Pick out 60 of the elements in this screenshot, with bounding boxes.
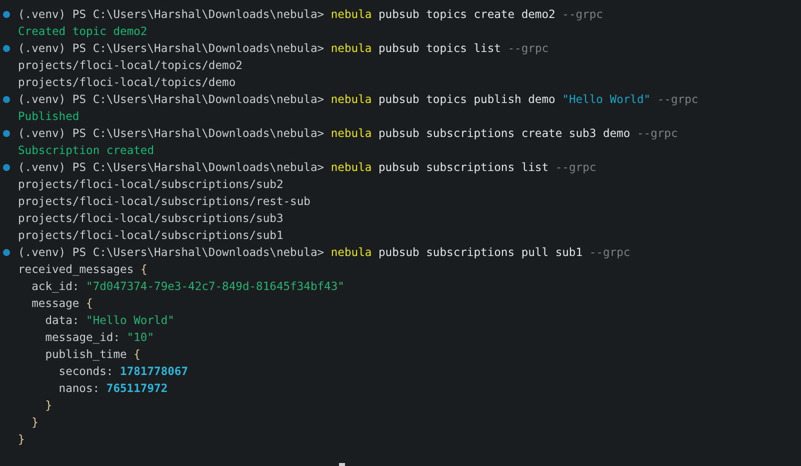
program-name: nebula [330, 42, 372, 55]
field-key: ack_id: [32, 280, 80, 293]
field-key: message_id: [45, 331, 120, 344]
string-argument: "Hello World" [562, 93, 651, 106]
shell-prompt: (.venv) PS C:\Users\Harshal\Downloads\nebula> [18, 127, 324, 140]
shell-prompt: (.venv) PS C:\Users\Harshal\Downloads\nebula> [18, 93, 324, 106]
block-key: publish_time [45, 348, 127, 361]
command-arguments: pubsub subscriptions create sub3 demo [378, 127, 630, 140]
command-status-icon [3, 130, 10, 137]
field-value: "10" [126, 331, 154, 344]
option-text: --grpc [508, 42, 549, 55]
program-name: nebula [330, 246, 372, 259]
text-cursor [339, 463, 345, 466]
success-message: Published [18, 110, 80, 123]
output-line: projects/floci-local/subscriptions/sub3 [18, 212, 284, 225]
command-status-icon [3, 45, 10, 52]
output-line: projects/floci-local/subscriptions/rest-sub [18, 195, 310, 208]
option-text: --grpc [562, 8, 603, 21]
output-line: projects/floci-local/topics/demo [18, 76, 236, 89]
output-line: projects/floci-local/subscriptions/sub1 [18, 229, 284, 242]
command-arguments: pubsub topics list [378, 42, 501, 55]
brace: { [134, 348, 140, 361]
shell-prompt: (.venv) PS C:\Users\Harshal\Downloads\nebula> [18, 161, 324, 174]
command-arguments: pubsub subscriptions pull sub1 [378, 246, 583, 259]
command-status-icon [3, 96, 10, 103]
command-arguments: pubsub topics create demo2 [378, 8, 556, 21]
field-value: "Hello World" [86, 314, 174, 327]
command-arguments: pubsub subscriptions list [378, 161, 549, 174]
output-line: projects/floci-local/subscriptions/sub2 [18, 178, 284, 191]
field-value: 765117972 [106, 382, 168, 395]
brace: { [140, 263, 148, 276]
field-key: nanos: [58, 382, 100, 395]
program-name: nebula [330, 161, 372, 174]
program-name: nebula [330, 127, 372, 140]
option-text: --grpc [589, 246, 630, 259]
field-value: "7d047374-79e3-42c7-849d-81645f34bf43" [86, 280, 344, 293]
program-name: nebula [330, 8, 372, 21]
option-text: --grpc [657, 93, 698, 106]
field-value: 1781778067 [120, 365, 188, 378]
command-status-icon [3, 164, 10, 171]
brace: } [18, 433, 25, 446]
command-status-icon [3, 11, 10, 18]
block-key: message [32, 297, 80, 310]
option-text: --grpc [636, 127, 678, 140]
shell-prompt: (.venv) PS C:\Users\Harshal\Downloads\nebula> [18, 8, 324, 21]
brace: } [45, 399, 52, 412]
field-key: seconds: [58, 365, 114, 378]
shell-prompt: (.venv) PS C:\Users\Harshal\Downloads\nebula> [18, 246, 324, 259]
command-status-icon [3, 249, 10, 256]
success-message: Created topic demo2 [18, 25, 148, 38]
brace: } [32, 416, 38, 429]
program-name: nebula [330, 93, 372, 106]
output-line: projects/floci-local/topics/demo2 [18, 59, 242, 72]
brace: { [86, 297, 93, 310]
field-key: data: [45, 314, 80, 327]
success-message: Subscription created [18, 144, 154, 157]
command-arguments: pubsub topics publish demo [378, 93, 556, 106]
shell-prompt: (.venv) PS C:\Users\Harshal\Downloads\nebula> [18, 42, 324, 55]
block-key: received_messages [18, 263, 134, 276]
option-text: --grpc [555, 161, 596, 174]
